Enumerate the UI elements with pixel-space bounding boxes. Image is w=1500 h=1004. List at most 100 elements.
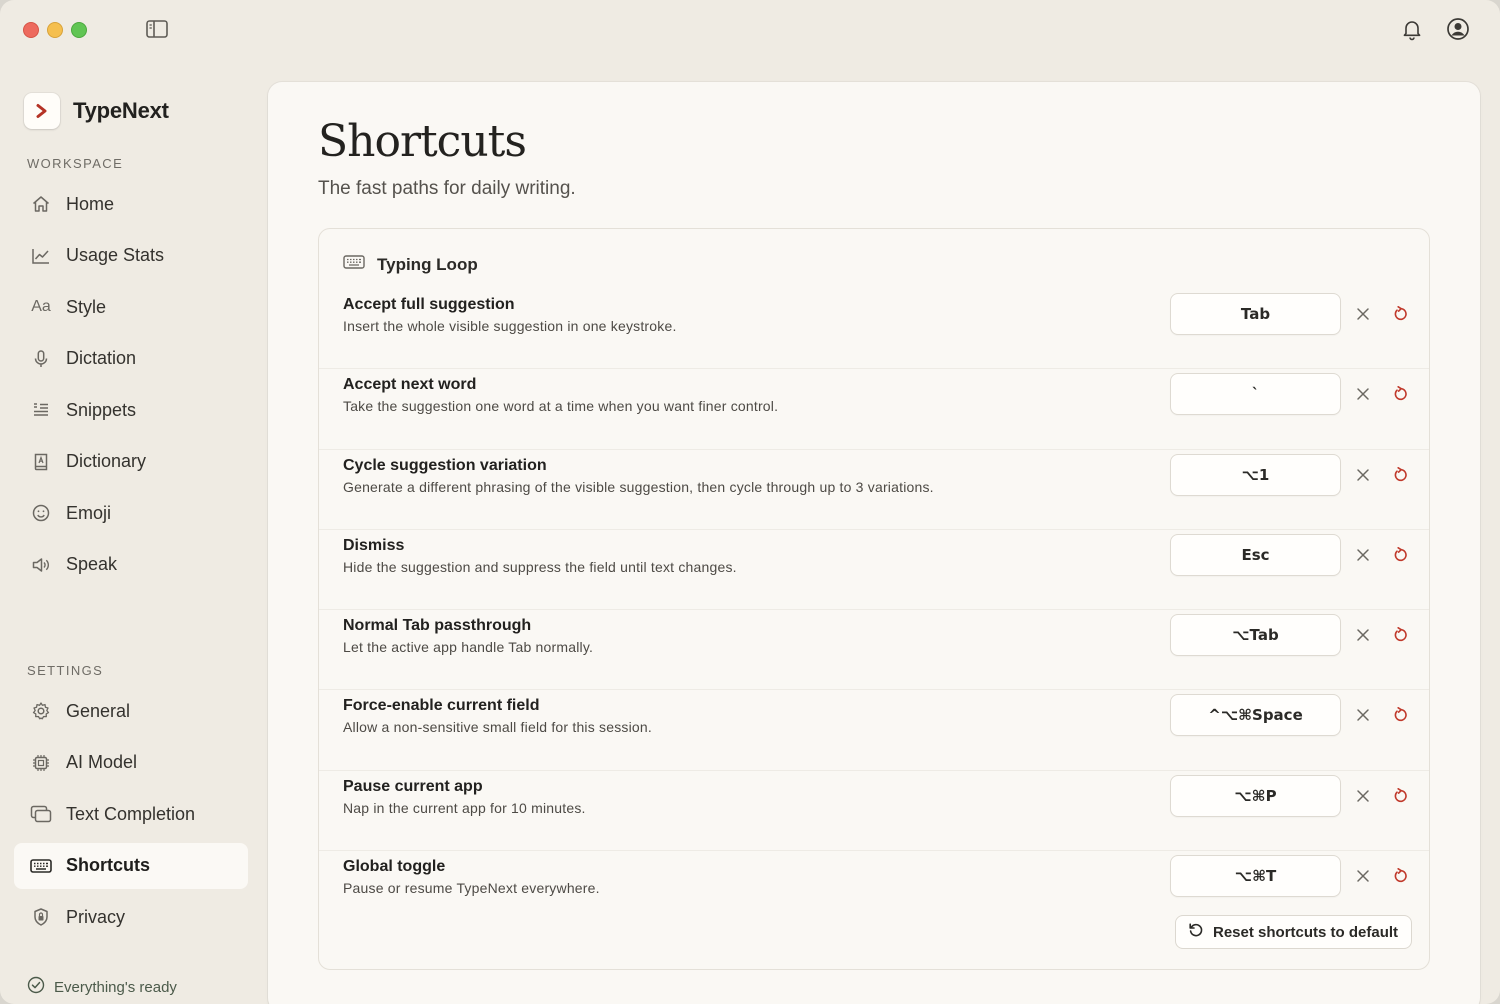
- close-icon: [1357, 709, 1369, 722]
- shortcut-description: Allow a non-sensitive small field for th…: [343, 719, 652, 736]
- sidebar-item-style[interactable]: Aa Style: [14, 284, 248, 330]
- reset-shortcut-button[interactable]: [1391, 865, 1411, 887]
- shortcut-description: Generate a different phrasing of the vis…: [343, 478, 934, 495]
- sidebar-item-home[interactable]: Home: [14, 181, 248, 227]
- sidebar-item-label: AI Model: [66, 752, 138, 772]
- sidebar-toggle-icon[interactable]: [146, 20, 168, 40]
- shortcut-title: Accept next word: [343, 376, 477, 394]
- reset-icon: [1394, 546, 1407, 561]
- toolbar-right: [1400, 17, 1470, 41]
- sidebar-item-dictionary[interactable]: Dictionary: [14, 439, 248, 485]
- close-icon: [1357, 790, 1369, 802]
- reset-shortcut-button[interactable]: [1391, 303, 1411, 325]
- shortcut-title: Accept full suggestion: [343, 296, 515, 313]
- window-controls: [23, 22, 87, 38]
- reset-shortcut-button[interactable]: [1391, 785, 1411, 807]
- shortcut-row: Accept next word Take the suggestion one…: [319, 369, 1429, 450]
- reset-icon: [1394, 386, 1407, 401]
- sidebar-item-dictation[interactable]: Dictation: [14, 336, 248, 382]
- reset-shortcut-button[interactable]: [1391, 464, 1411, 486]
- smiley-icon: [30, 502, 52, 524]
- reset-icon: [1394, 868, 1407, 883]
- close-icon: [1357, 388, 1369, 401]
- sidebar-item-speak[interactable]: Speak: [14, 542, 248, 588]
- close-icon: [1357, 870, 1369, 882]
- sidebar-item-label: Dictation: [66, 348, 137, 368]
- chip-icon: [30, 752, 52, 774]
- settings-nav: General AI Model Text Completion Shortcu…: [14, 688, 248, 946]
- logo-chevron-icon: [24, 93, 60, 129]
- reset-shortcuts-button[interactable]: Reset shortcuts to default: [1175, 915, 1413, 949]
- sidebar-item-snippets[interactable]: Snippets: [14, 387, 248, 433]
- reset-shortcut-button[interactable]: [1391, 624, 1411, 646]
- sidebar-item-emoji[interactable]: Emoji: [14, 490, 248, 536]
- shortcut-key-field[interactable]: Esc: [1170, 533, 1341, 576]
- reset-shortcut-button[interactable]: [1391, 383, 1411, 405]
- reset-icon: [1394, 306, 1407, 321]
- sidebar-item-label: Dictionary: [66, 451, 147, 471]
- shortcut-list: Accept full suggestion Insert the whole …: [319, 289, 1429, 931]
- main-panel: Shortcuts The fast paths for daily writi…: [268, 82, 1480, 1004]
- zoom-window-button[interactable]: [71, 22, 87, 38]
- typing-loop-card: Typing Loop Accept full suggestion Inser…: [318, 228, 1430, 970]
- microphone-icon: [30, 348, 52, 370]
- sidebar: TypeNext WORKSPACE Home Usage Stats Aa S…: [0, 80, 262, 1004]
- shortcut-title: Pause current app: [343, 777, 483, 795]
- shortcut-key-field[interactable]: ^⌥⌘Space: [1170, 694, 1341, 737]
- keyboard-icon: [343, 254, 365, 275]
- reset-shortcut-button[interactable]: [1391, 704, 1411, 726]
- speaker-icon: [30, 554, 52, 576]
- clear-shortcut-button[interactable]: [1353, 384, 1373, 404]
- shortcut-key-field[interactable]: ⌥1: [1170, 453, 1341, 496]
- shortcut-key-field[interactable]: Tab: [1170, 293, 1341, 335]
- close-icon: [1357, 468, 1369, 481]
- card-header: Typing Loop: [343, 254, 478, 275]
- bell-icon[interactable]: [1400, 17, 1424, 41]
- reset-icon: [1394, 787, 1407, 802]
- sidebar-item-label: General: [66, 700, 131, 721]
- sidebar-item-label: Shortcuts: [66, 855, 151, 875]
- shortcut-key-field[interactable]: ⌥⌘P: [1170, 774, 1341, 817]
- sidebar-item-label: Snippets: [66, 399, 137, 420]
- status-indicator: Everything's ready: [27, 976, 177, 998]
- shortcut-title: Cycle suggestion variation: [343, 456, 547, 474]
- clear-shortcut-button[interactable]: [1353, 866, 1373, 886]
- page-title: Shortcuts: [318, 116, 527, 167]
- clear-shortcut-button[interactable]: [1353, 304, 1373, 324]
- clear-shortcut-button[interactable]: [1353, 786, 1373, 806]
- section-title: Typing Loop: [377, 254, 478, 274]
- clear-shortcut-button[interactable]: [1353, 465, 1373, 485]
- brand[interactable]: TypeNext: [24, 93, 169, 129]
- sidebar-item-ai-model[interactable]: AI Model: [14, 740, 248, 786]
- home-icon: [30, 193, 52, 215]
- reset-icon: [1394, 627, 1407, 642]
- app-window: TypeNext WORKSPACE Home Usage Stats Aa S…: [0, 0, 1500, 1004]
- sidebar-item-label: Privacy: [66, 906, 126, 927]
- clear-shortcut-button[interactable]: [1353, 545, 1373, 565]
- sidebar-item-usage-stats[interactable]: Usage Stats: [14, 233, 248, 279]
- status-text: Everything's ready: [54, 978, 177, 996]
- shortcut-key-field[interactable]: ⌥⌘T: [1170, 855, 1341, 898]
- clear-shortcut-button[interactable]: [1353, 625, 1373, 645]
- sidebar-item-general[interactable]: General: [14, 688, 248, 734]
- shortcut-description: Take the suggestion one word at a time w…: [343, 398, 779, 415]
- shortcut-row: Normal Tab passthrough Let the active ap…: [319, 610, 1429, 691]
- clear-shortcut-button[interactable]: [1353, 705, 1373, 725]
- workspace-nav: Home Usage Stats Aa Style Dictation Snip…: [14, 181, 248, 593]
- sidebar-item-shortcuts[interactable]: Shortcuts: [14, 842, 248, 889]
- sidebar-item-label: Usage Stats: [66, 245, 165, 265]
- reset-shortcut-button[interactable]: [1391, 544, 1411, 566]
- minimize-window-button[interactable]: [47, 22, 63, 38]
- windows-icon: [30, 803, 52, 825]
- sidebar-item-label: Speak: [66, 554, 118, 574]
- account-icon[interactable]: [1446, 17, 1470, 41]
- shortcut-key-field[interactable]: ⌥Tab: [1170, 614, 1341, 657]
- sidebar-item-label: Style: [66, 296, 107, 317]
- shortcut-key-field[interactable]: `: [1170, 373, 1341, 416]
- sidebar-item-privacy[interactable]: Privacy: [14, 894, 248, 940]
- close-window-button[interactable]: [23, 22, 39, 38]
- sidebar-item-text-completion[interactable]: Text Completion: [14, 791, 248, 837]
- chart-icon: [30, 245, 52, 267]
- settings-section-label: SETTINGS: [27, 663, 104, 678]
- close-icon: [1357, 549, 1369, 561]
